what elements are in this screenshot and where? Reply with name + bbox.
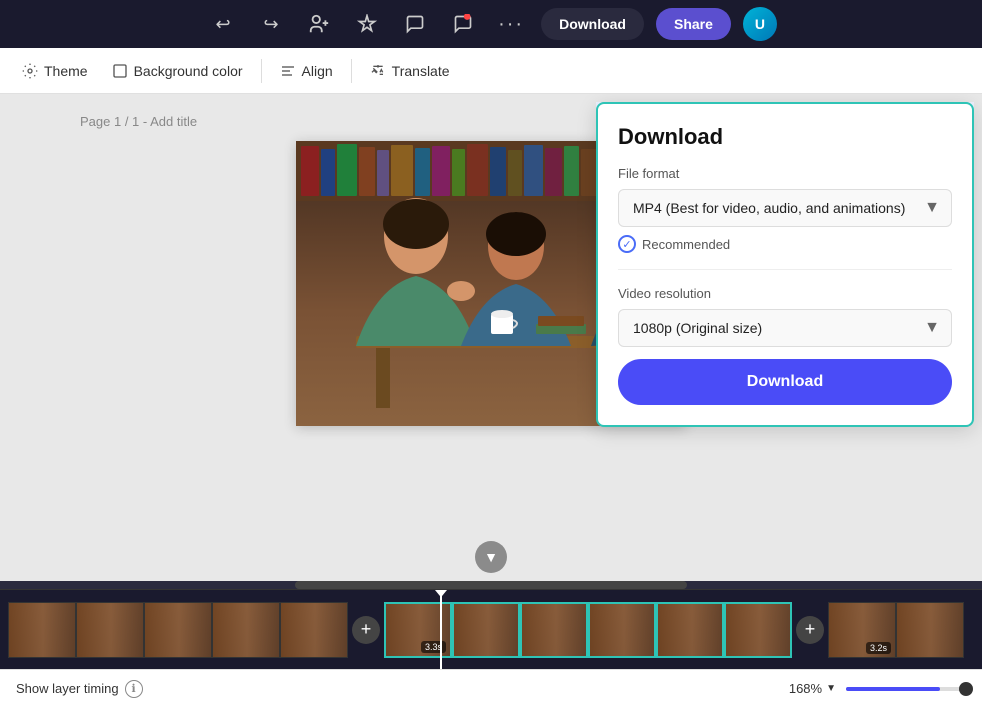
zoom-slider[interactable] <box>846 687 966 691</box>
theme-icon <box>22 63 38 79</box>
share-button[interactable]: Share <box>656 8 731 40</box>
timeline-clip[interactable] <box>212 602 280 658</box>
toolbar-divider-2 <box>351 59 352 83</box>
add-clip-button-2[interactable]: + <box>796 616 824 644</box>
magic-button[interactable] <box>349 6 385 42</box>
comment-button[interactable] <box>397 6 433 42</box>
file-format-wrapper: MP4 (Best for video, audio, and animatio… <box>618 189 952 227</box>
timeline-clip[interactable] <box>280 602 348 658</box>
bg-color-button[interactable]: Background color <box>102 57 253 85</box>
more-options-button[interactable]: ··· <box>493 6 529 42</box>
add-clip-button[interactable]: + <box>352 616 380 644</box>
recommended-text: Recommended <box>642 237 730 252</box>
add-collaborator-button[interactable] <box>301 6 337 42</box>
download-panel: Download File format MP4 (Best for video… <box>596 102 974 427</box>
toolbar-divider <box>261 59 262 83</box>
timeline-clip[interactable] <box>588 602 656 658</box>
redo-button[interactable]: ↪ <box>253 6 289 42</box>
video-resolution-select[interactable]: 1080p (Original size) 720p 480p 360p <box>618 309 952 347</box>
timeline-clip[interactable] <box>896 602 964 658</box>
expand-arrow-button[interactable]: ▼ <box>475 541 507 573</box>
zoom-percentage: 168% <box>789 681 822 696</box>
timeline-clip[interactable] <box>724 602 792 658</box>
clip2-duration-label: 3.2s <box>866 642 891 654</box>
zoom-chevron-icon: ▼ <box>826 683 836 694</box>
timeline-scrollbar[interactable] <box>0 581 982 589</box>
clip-duration-label: 3.3s <box>421 641 446 653</box>
translate-icon <box>370 63 386 79</box>
align-label: Align <box>302 63 333 79</box>
bg-color-icon <box>112 63 128 79</box>
theme-button[interactable]: Theme <box>12 57 98 85</box>
avatar[interactable]: U <box>743 7 777 41</box>
download-main-button[interactable]: Download <box>618 359 952 405</box>
top-toolbar: ↩ ↪ ··· Download Share U <box>0 0 982 48</box>
playhead <box>440 590 442 669</box>
translate-label: Translate <box>392 63 450 79</box>
download-button[interactable]: Download <box>541 8 644 40</box>
info-icon[interactable]: ℹ <box>125 680 143 698</box>
zoom-controls: 168% ▼ <box>789 681 966 696</box>
secondary-toolbar: Theme Background color Align Translate <box>0 48 982 94</box>
align-icon <box>280 63 296 79</box>
timeline-scroll-thumb[interactable] <box>295 581 688 589</box>
timeline: + 3.3s + 3.2s <box>0 589 982 669</box>
timeline-track: + 3.3s + 3.2s <box>0 590 982 669</box>
timeline-clip[interactable] <box>76 602 144 658</box>
video-resolution-label: Video resolution <box>618 286 952 301</box>
chat-button[interactable] <box>445 6 481 42</box>
zoom-value-button[interactable]: 168% ▼ <box>789 681 836 696</box>
show-layer-timing-button[interactable]: Show layer timing ℹ <box>16 680 143 698</box>
check-circle-icon: ✓ <box>618 235 636 253</box>
theme-label: Theme <box>44 63 88 79</box>
zoom-slider-thumb[interactable] <box>959 682 973 696</box>
video-resolution-wrapper: 1080p (Original size) 720p 480p 360p ▼ <box>618 309 952 347</box>
download-panel-wrapper: Download File format MP4 (Best for video… <box>596 102 974 257</box>
bg-color-label: Background color <box>134 63 243 79</box>
file-format-select[interactable]: MP4 (Best for video, audio, and animatio… <box>618 189 952 227</box>
translate-button[interactable]: Translate <box>360 57 460 85</box>
timeline-clip[interactable]: 3.2s <box>828 602 896 658</box>
main-area: Page 1 / 1 - Add title <box>0 94 982 581</box>
align-button[interactable]: Align <box>270 57 343 85</box>
undo-button[interactable]: ↩ <box>205 6 241 42</box>
download-panel-title: Download <box>618 124 952 150</box>
timeline-clip[interactable] <box>8 602 76 658</box>
file-format-label: File format <box>618 166 952 181</box>
panel-divider <box>618 269 952 270</box>
timeline-clip[interactable] <box>656 602 724 658</box>
recommended-badge: ✓ Recommended <box>618 235 952 253</box>
timeline-clip[interactable] <box>452 602 520 658</box>
timeline-clip[interactable] <box>144 602 212 658</box>
bottom-bar: Show layer timing ℹ 168% ▼ <box>0 669 982 707</box>
page-label: Page 1 / 1 - Add title <box>80 114 197 129</box>
zoom-slider-fill <box>846 687 940 691</box>
timeline-clip[interactable] <box>520 602 588 658</box>
show-layer-timing-label: Show layer timing <box>16 681 119 696</box>
